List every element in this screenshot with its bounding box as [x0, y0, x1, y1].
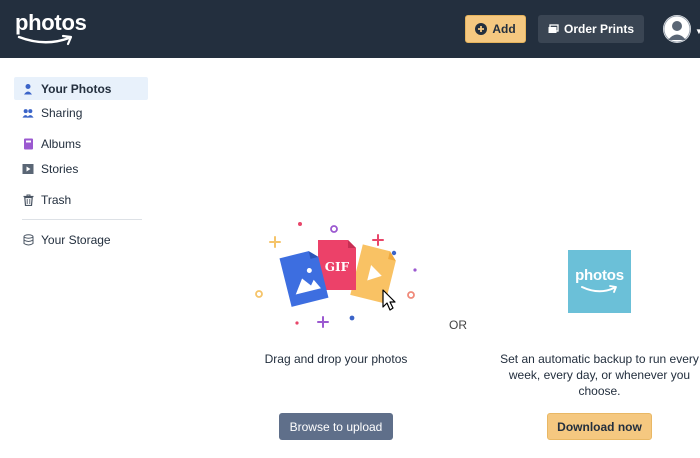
sidebar-item-stories[interactable]: Stories — [14, 157, 148, 180]
prints-icon — [548, 24, 559, 33]
album-icon — [22, 138, 34, 150]
app-tile-text: photos — [575, 267, 624, 284]
top-header: photos Add Order Prints ▼ — [0, 0, 700, 58]
smile-arrow-icon — [17, 34, 73, 46]
sidebar-item-albums[interactable]: Albums — [14, 132, 148, 155]
browse-to-upload-button[interactable]: Browse to upload — [279, 413, 393, 440]
stories-icon — [22, 163, 34, 175]
gif-label: GIF — [325, 260, 350, 274]
cursor-icon — [382, 289, 396, 311]
amazon-photos-logo[interactable]: photos — [15, 10, 87, 50]
smile-arrow-icon — [581, 285, 617, 293]
sidebar-item-label: Trash — [41, 192, 72, 207]
upload-illustration[interactable]: GIF — [252, 218, 422, 334]
photos-app-tile: photos — [568, 250, 631, 313]
backup-description: Set an automatic backup to run every wee… — [500, 352, 699, 398]
chevron-down-icon[interactable]: ▼ — [695, 28, 700, 36]
sidebar-item-label: Stories — [41, 161, 79, 176]
logo-text: photos — [15, 10, 87, 35]
download-now-button[interactable]: Download now — [547, 413, 652, 440]
order-prints-label: Order Prints — [563, 22, 635, 36]
sidebar-item-trash[interactable]: Trash — [14, 188, 148, 211]
user-avatar[interactable] — [663, 15, 691, 43]
people-icon — [22, 107, 34, 119]
drag-instruction: Drag and drop your photos — [264, 352, 408, 366]
sidebar-item-sharing[interactable]: Sharing — [14, 101, 148, 124]
sidebar-item-label: Sharing — [41, 105, 83, 120]
sidebar-item-your-photos[interactable]: Your Photos — [14, 77, 148, 100]
sidebar-nav: Your Photos Sharing Albums Stories Trash… — [14, 77, 148, 251]
sidebar-item-label: Albums — [41, 136, 82, 151]
storage-icon — [22, 233, 34, 246]
plus-circle-icon — [475, 23, 488, 35]
order-prints-button[interactable]: Order Prints — [538, 15, 644, 43]
or-separator: OR — [449, 318, 467, 332]
sidebar-item-label: Your Storage — [41, 232, 111, 247]
trash-icon — [22, 194, 34, 206]
person-icon — [22, 83, 34, 95]
sidebar-divider — [22, 219, 142, 220]
sidebar-item-your-storage[interactable]: Your Storage — [14, 228, 148, 251]
sidebar-item-label: Your Photos — [41, 81, 112, 96]
add-button-label: Add — [492, 22, 516, 36]
user-silhouette-icon — [663, 15, 691, 43]
add-button[interactable]: Add — [465, 15, 526, 43]
